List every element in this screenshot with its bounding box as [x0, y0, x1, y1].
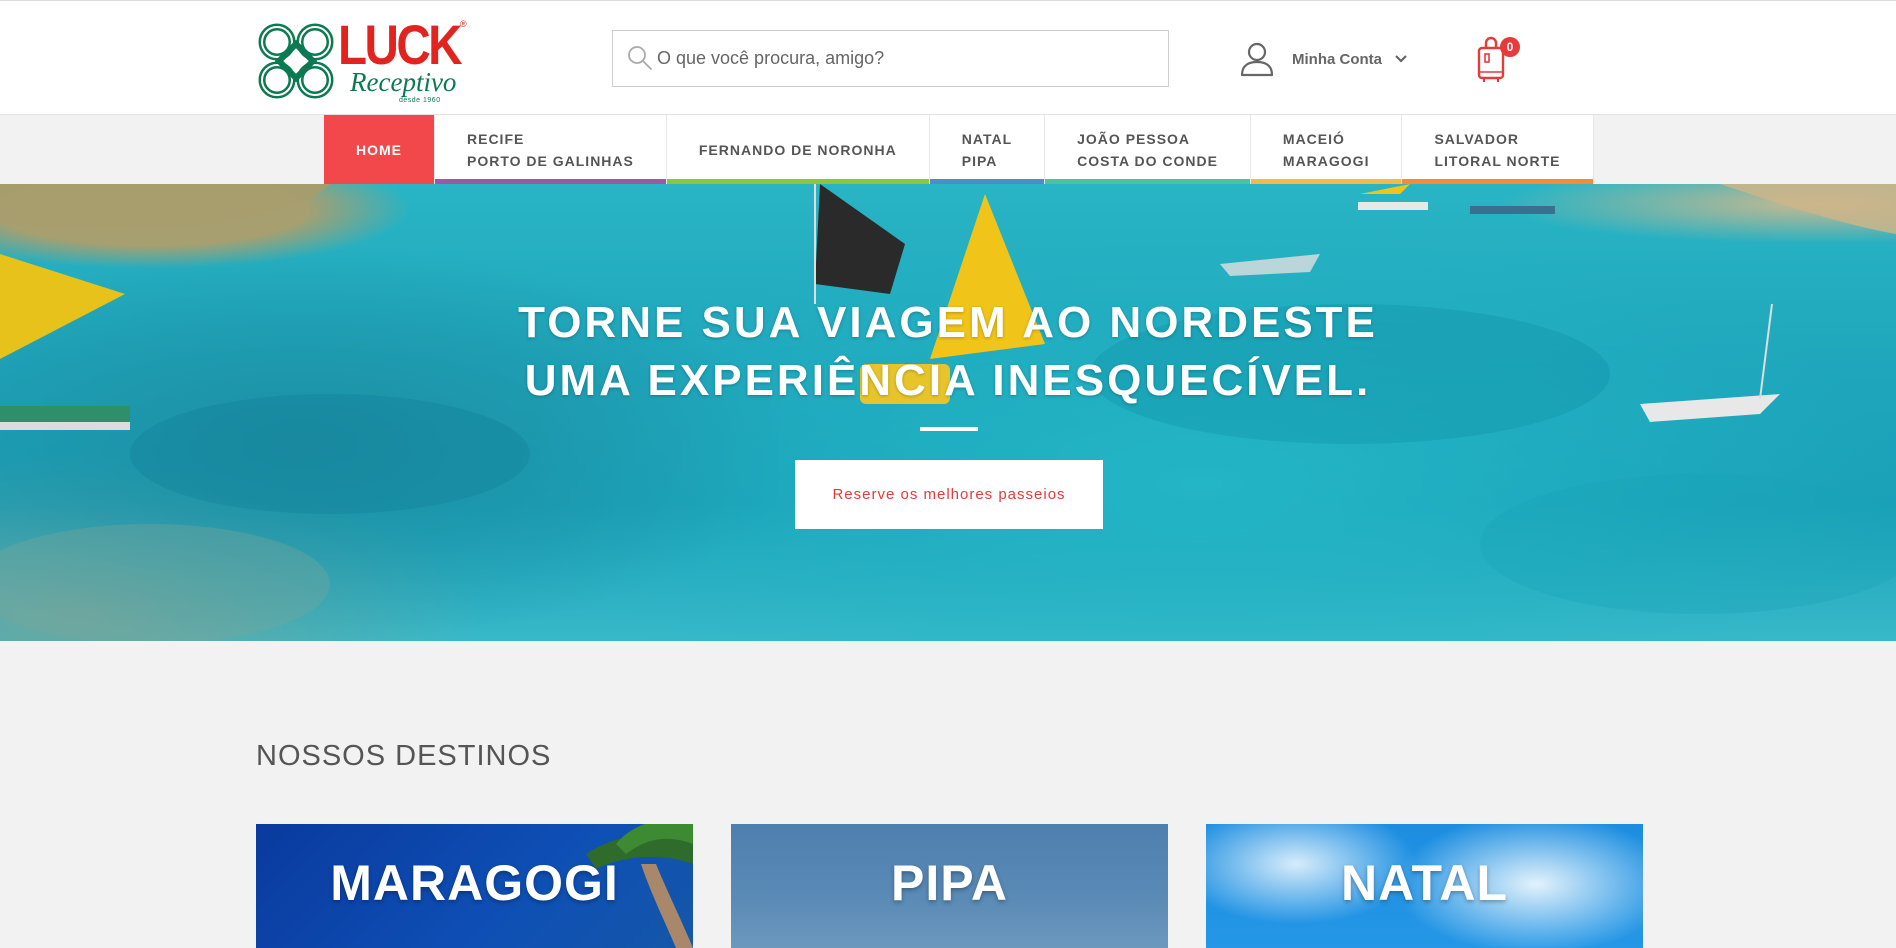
nav-item-maceio-maragogi[interactable]: MACEIÓ MARAGOGI: [1250, 115, 1403, 184]
hero-headline-line-1: TORNE SUA VIAGEM AO NORDESTE: [518, 298, 1378, 347]
nav-item-label: FERNANDO DE NORONHA: [698, 141, 897, 158]
destinations-heading: NOSSOS DESTINOS: [256, 740, 552, 772]
nav-item-label: HOME: [356, 141, 402, 158]
nav-item-salvador-litoral-norte[interactable]: SALVADOR LITORAL NORTE: [1402, 115, 1594, 184]
search-box[interactable]: [612, 30, 1169, 87]
destination-card-title: NATAL: [1341, 855, 1508, 911]
hero-banner: TORNE SUA VIAGEM AO NORDESTE UMA EXPERIÊ…: [0, 184, 1896, 641]
search-input[interactable]: [657, 31, 1157, 86]
logo-since: desde 1960: [399, 97, 441, 104]
nav-item-label: JOÃO PESSOA COSTA DO CONDE: [1077, 130, 1218, 169]
nav-item-fernando-de-noronha[interactable]: FERNANDO DE NORONHA: [666, 115, 930, 184]
celtic-knot-icon: [258, 23, 334, 99]
logo-subtitle: Receptivo: [350, 67, 457, 97]
destination-card-title: MARAGOGI: [330, 855, 619, 911]
destination-card-pipa[interactable]: PIPA: [731, 824, 1168, 948]
nav-item-label: MACEIÓ MARAGOGI: [1282, 130, 1370, 169]
hero-divider: [920, 427, 978, 431]
luck-receptivo-logo[interactable]: LUCK ® Receptivo desde 1960: [254, 15, 474, 111]
cart-count-badge: 0: [1500, 37, 1520, 57]
destination-card-natal[interactable]: NATAL: [1206, 824, 1643, 948]
reserve-tours-button[interactable]: Reserve os melhores passeios: [795, 460, 1103, 529]
destination-card-maragogi[interactable]: MARAGOGI: [256, 824, 693, 948]
hero-headline: TORNE SUA VIAGEM AO NORDESTE UMA EXPERIÊ…: [0, 294, 1896, 410]
hero-headline-line-2: UMA EXPERIÊNCIA INESQUECÍVEL.: [524, 356, 1372, 405]
nav-item-natal-pipa[interactable]: NATAL PIPA: [929, 115, 1046, 184]
destination-card-title: PIPA: [891, 855, 1008, 911]
nav-item-label: NATAL PIPA: [961, 130, 1013, 169]
nav-item-label: RECIFE PORTO DE GALINHAS: [467, 130, 634, 169]
account-label: Minha Conta: [1292, 50, 1382, 68]
nav-item-home[interactable]: HOME: [324, 115, 435, 184]
logo-wordmark: LUCK: [338, 13, 463, 76]
hero-background-illustration: [0, 184, 1896, 641]
nav-item-recife-porto-de-galinhas[interactable]: RECIFE PORTO DE GALINHAS: [435, 115, 667, 184]
search-icon: [628, 46, 652, 70]
site-header: LUCK ® Receptivo desde 1960 Minha Conta: [0, 0, 1896, 115]
nav-item-label: SALVADOR LITORAL NORTE: [1434, 130, 1561, 169]
nav-item-joao-pessoa-costa-do-conde[interactable]: JOÃO PESSOA COSTA DO CONDE: [1045, 115, 1251, 184]
registered-mark: ®: [460, 19, 467, 29]
cart-button[interactable]: 0: [1476, 36, 1520, 84]
destination-nav: HOME RECIFE PORTO DE GALINHAS FERNANDO D…: [324, 115, 1594, 184]
account-menu[interactable]: Minha Conta: [1240, 39, 1408, 79]
user-icon: [1240, 42, 1274, 77]
chevron-down-icon: [1395, 55, 1407, 63]
